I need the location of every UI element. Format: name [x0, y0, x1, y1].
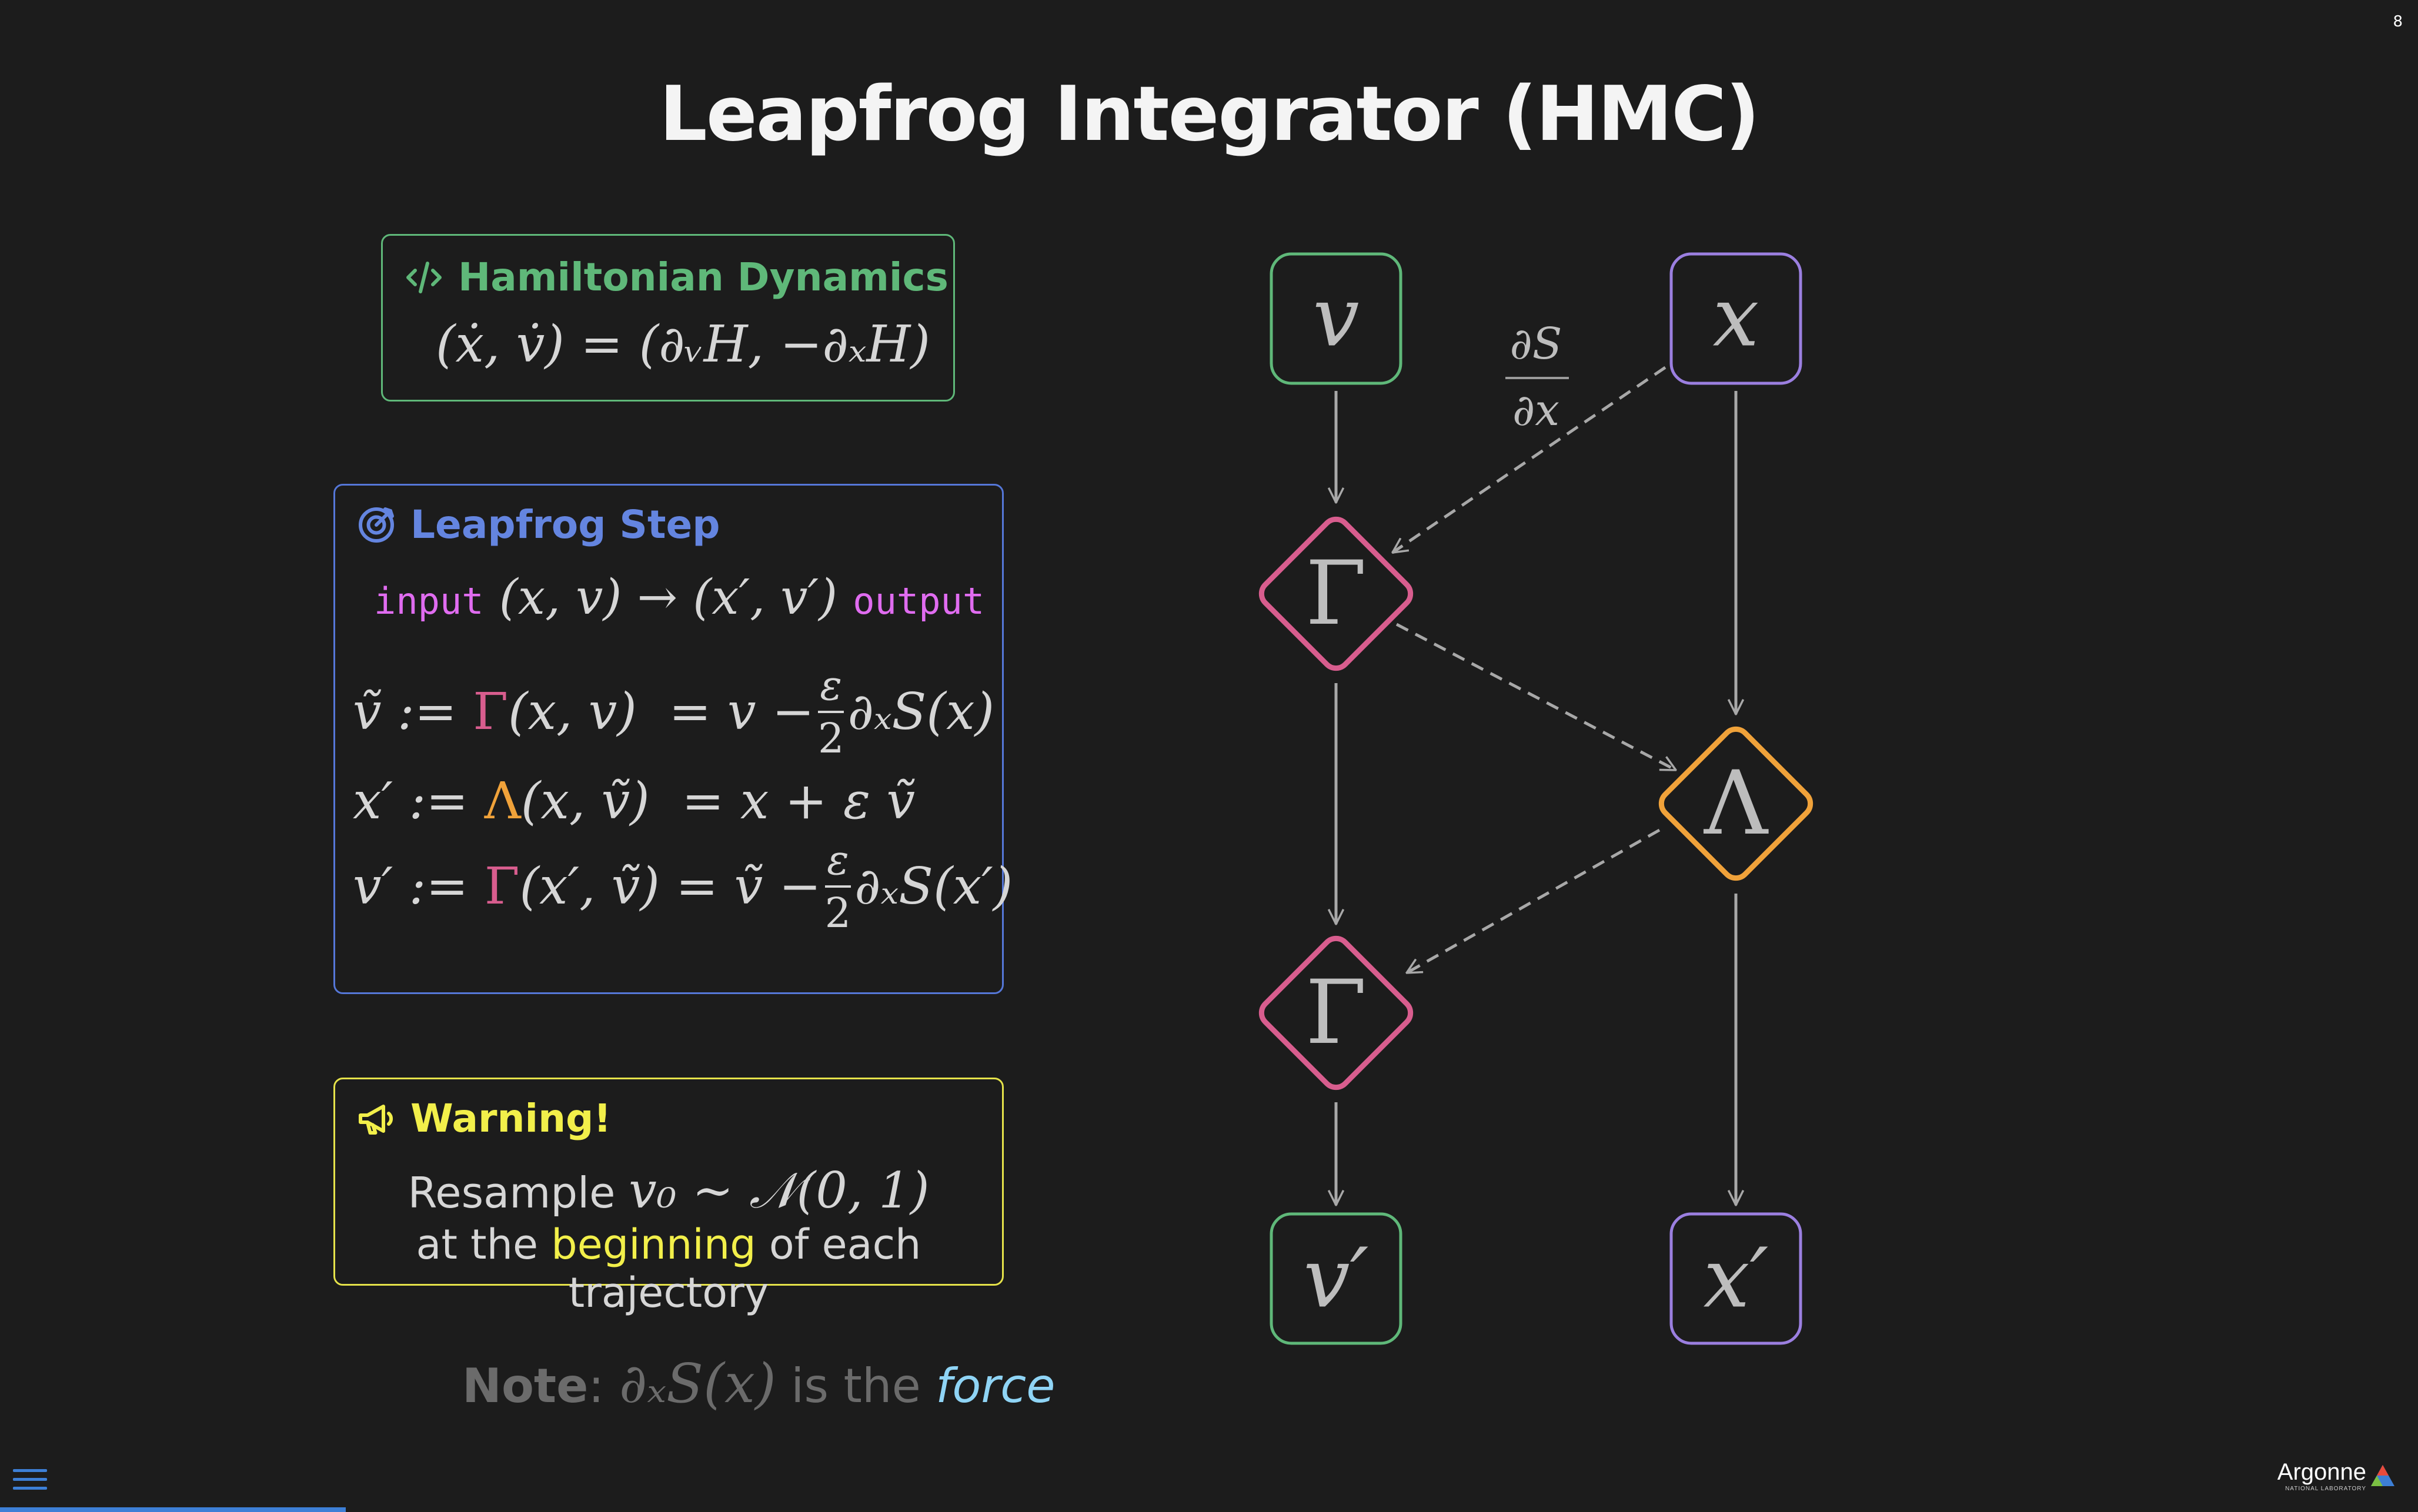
eq2-args: (x, ṽ) [520, 772, 650, 831]
note-colon: : [588, 1359, 604, 1413]
eq3-rhs: ∂ₓS(x′) [854, 857, 1013, 916]
slide-progress-bar [0, 1507, 346, 1512]
node-v [1270, 252, 1402, 385]
warning-line-1-math: v₀ ∼ 𝒩(0, 1) [629, 1162, 930, 1219]
leapfrog-eq-1: ṽ := Γ (x, v) = v − ε2 ∂ₓS(x) [353, 665, 994, 759]
node-gamma-1 [1258, 516, 1414, 671]
note-math: ∂ₓS(x) [619, 1352, 776, 1415]
edge-gamma1-lambda-dashed [1395, 623, 1676, 772]
eq1-lhs: ṽ := [353, 683, 457, 741]
eq1-fraction: ε2 [817, 661, 844, 762]
node-v-prime [1270, 1212, 1402, 1345]
eq3-lhs: v′ := [353, 857, 469, 916]
eq2-rhs: = x + ε ṽ [682, 772, 916, 831]
note-line: Note: ∂ₓS(x) is the force [462, 1352, 1055, 1415]
argonne-logo: Argonne NATIONAL LABORATORY [2277, 1459, 2396, 1492]
note-force: force [936, 1359, 1056, 1413]
warning-callout: Warning! Resample v₀ ∼ 𝒩(0, 1) at the be… [333, 1078, 1004, 1317]
eq1-num: ε [820, 661, 842, 710]
eq2-lhs: x′ := [353, 772, 469, 831]
target-icon [359, 507, 394, 543]
edge-label-num: ∂S [1510, 319, 1562, 369]
eq1-mid: = v − [669, 683, 814, 741]
leapfrog-eq-2: x′ := Λ (x, ṽ) = x + ε ṽ [353, 772, 915, 831]
node-gamma-1-label: Γ [1305, 543, 1367, 645]
eq3-fraction: ε2 [824, 836, 851, 937]
hamiltonian-equation: (ẋ, v̇) = (∂ᵥH, −∂ₓH) [436, 315, 930, 374]
menu-icon[interactable] [13, 1463, 47, 1496]
eq1-op: Γ [473, 683, 508, 741]
eq1-den: 2 [817, 714, 844, 762]
output-label: output [853, 580, 985, 623]
slide-number: 8 [2393, 13, 2403, 31]
argonne-logo-mark-icon [2371, 1465, 2394, 1486]
node-lambda [1658, 726, 1814, 881]
logo-word: Argonne [2277, 1459, 2366, 1485]
code-icon [406, 261, 442, 293]
node-x-prime [1669, 1212, 1802, 1345]
warning-line-2: at the beginning of each trajectory [335, 1220, 1002, 1317]
edge-lambda-gamma2-dashed [1407, 828, 1661, 975]
hamiltonian-callout: Hamiltonian Dynamics (ẋ, v̇) = (∂ᵥH, −∂ₓ… [381, 234, 955, 402]
eq3-args: (x′, ṽ) [519, 857, 660, 916]
eq3-op: Γ [484, 857, 520, 916]
leapfrog-io: input (x, v) → (x′, v′) output [374, 570, 984, 625]
warning-line-1-text: Resample [408, 1168, 629, 1217]
warning-line-1: Resample v₀ ∼ 𝒩(0, 1) [335, 1162, 1002, 1220]
leapfrog-callout: Leapfrog Step input (x, v) → (x′, v′) ou… [333, 484, 1013, 994]
edge-label-den: ∂x [1512, 385, 1559, 436]
node-lambda-label: Λ [1704, 752, 1769, 855]
eq1-rhs: ∂ₓS(x) [847, 683, 995, 741]
node-v-prime-label: v′ [1304, 1231, 1369, 1327]
node-gamma-2 [1258, 935, 1414, 1090]
eq3-mid: = ṽ − [676, 857, 821, 916]
edge-x-gamma1-dashed [1392, 366, 1666, 553]
node-x [1669, 252, 1802, 385]
leapfrog-eq-3: v′ := Γ (x′, ṽ) = ṽ − ε2 ∂ₓS(x′) [353, 839, 1013, 934]
warning-line-2-pre: at the [416, 1220, 552, 1269]
input-label: input [374, 580, 484, 623]
node-v-label: v [1312, 270, 1359, 366]
logo-sub: NATIONAL LABORATORY [2285, 1486, 2366, 1492]
warning-heading: Warning! [355, 1096, 611, 1141]
megaphone-icon [359, 1104, 393, 1135]
eq3-den: 2 [824, 889, 851, 937]
note-label: Note [462, 1359, 589, 1413]
node-x-prime-label: x′ [1704, 1231, 1769, 1327]
eq2-op: Λ [484, 772, 521, 831]
hamiltonian-heading: Hamiltonian Dynamics [403, 255, 949, 300]
eq3-num: ε [827, 836, 849, 884]
hamiltonian-heading-text: Hamiltonian Dynamics [458, 255, 949, 300]
warning-highlight: beginning [551, 1220, 756, 1269]
note-middle: is the [776, 1359, 936, 1413]
slide-title: Leapfrog Integrator (HMC) [659, 71, 1759, 158]
leapfrog-heading-text: Leapfrog Step [410, 502, 720, 547]
warning-heading-text: Warning! [410, 1096, 612, 1141]
node-x-label: x [1713, 270, 1759, 366]
leapfrog-mapping: (x, v) → (x′, v′) [499, 570, 838, 625]
eq1-args: (x, v) [507, 683, 637, 741]
leapfrog-heading: Leapfrog Step [355, 502, 720, 547]
node-gamma-2-label: Γ [1305, 962, 1367, 1064]
